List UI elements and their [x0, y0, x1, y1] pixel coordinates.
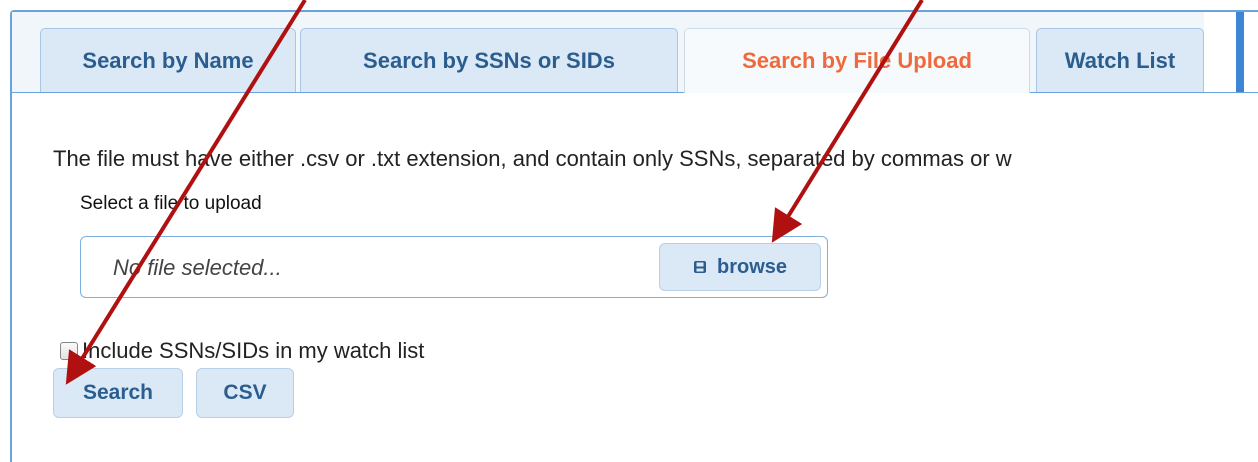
- watchlist-checkbox-label[interactable]: Include SSNs/SIDs in my watch list: [82, 338, 424, 364]
- file-placeholder-text: No file selected...: [113, 255, 282, 280]
- save-icon: [693, 261, 706, 273]
- tab-search-by-ssns-or-sids[interactable]: Search by SSNs or SIDs: [300, 28, 678, 92]
- tab-search-by-name[interactable]: Search by Name: [40, 28, 296, 92]
- upload-instructions: The file must have either .csv or .txt e…: [53, 146, 1012, 171]
- tab-bar-edge: [1204, 12, 1258, 92]
- browse-button[interactable]: browse: [659, 243, 821, 291]
- watchlist-option: Include SSNs/SIDs in my watch list: [60, 338, 424, 364]
- tab-search-by-file-upload[interactable]: Search by File Upload: [684, 28, 1030, 93]
- file-upload-field[interactable]: No file selected... browse: [80, 236, 828, 298]
- csv-button[interactable]: CSV: [196, 368, 294, 418]
- watchlist-checkbox[interactable]: [60, 342, 78, 360]
- file-field-label: Select a file to upload: [80, 193, 262, 214]
- tab-watch-list[interactable]: Watch List: [1036, 28, 1204, 92]
- browse-label: browse: [716, 255, 788, 278]
- search-button[interactable]: Search: [53, 368, 183, 418]
